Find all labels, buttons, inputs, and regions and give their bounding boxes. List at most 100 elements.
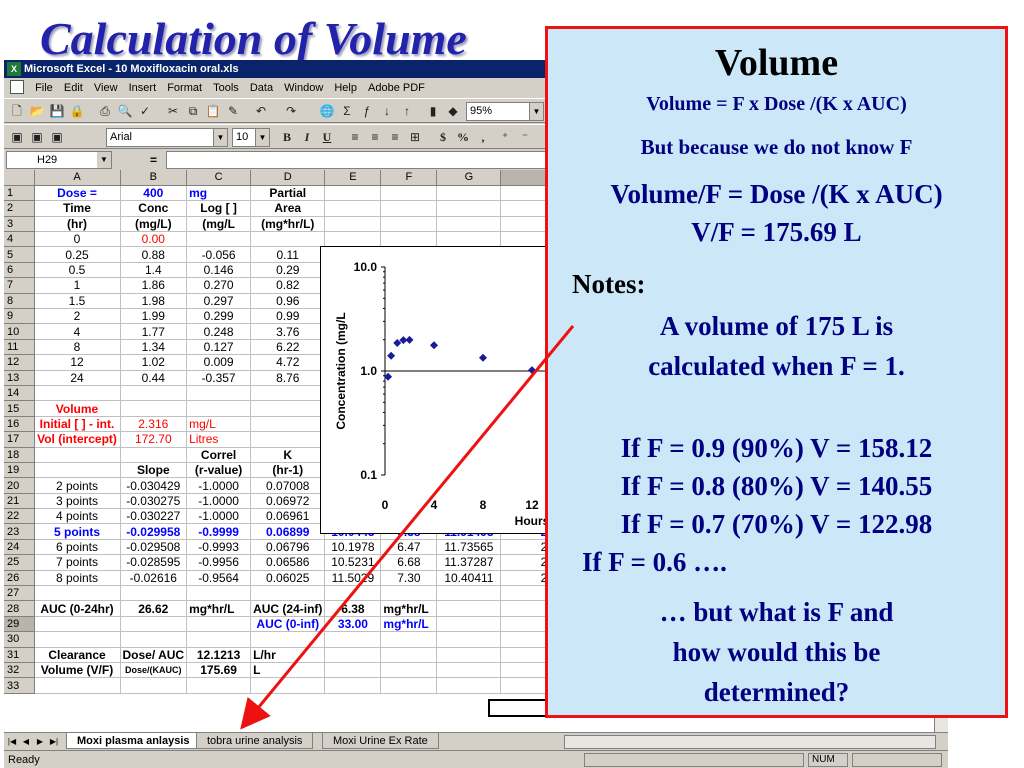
- menu-edit[interactable]: Edit: [60, 78, 87, 98]
- cell[interactable]: 1.4: [120, 262, 188, 279]
- cell[interactable]: -0.9999: [186, 523, 252, 540]
- cell[interactable]: [380, 662, 438, 679]
- italic-icon[interactable]: I: [298, 128, 316, 146]
- row-header[interactable]: 30: [4, 631, 35, 648]
- print-preview-icon[interactable]: 🔍: [116, 102, 134, 120]
- copy-icon[interactable]: ⧉: [184, 102, 202, 120]
- cell[interactable]: 2.316: [120, 416, 188, 433]
- cell[interactable]: 2: [34, 308, 121, 325]
- chart-wizard-icon[interactable]: ▮: [424, 102, 442, 120]
- cell[interactable]: Litres: [186, 431, 252, 448]
- cell[interactable]: 0.5: [34, 262, 121, 279]
- cell[interactable]: 0.06586: [250, 554, 326, 571]
- cell[interactable]: L: [250, 662, 326, 679]
- cell[interactable]: [436, 662, 502, 679]
- workbook-icon[interactable]: [10, 80, 24, 94]
- cell[interactable]: 12: [34, 354, 121, 371]
- last-sheet-icon[interactable]: ▶|: [48, 735, 60, 748]
- tab-tobra-urine-analysis[interactable]: tobra urine analysis: [196, 733, 314, 749]
- cell[interactable]: -0.030429: [120, 477, 188, 494]
- underline-icon[interactable]: U: [318, 128, 336, 146]
- row-header[interactable]: 28: [4, 600, 35, 617]
- cell[interactable]: Vol (intercept): [34, 431, 121, 448]
- cell[interactable]: 10.1978: [324, 539, 382, 556]
- row-header[interactable]: 1: [4, 185, 35, 202]
- cell[interactable]: AUC (24-inf): [250, 600, 326, 617]
- cell[interactable]: 0.44: [120, 370, 188, 386]
- cell[interactable]: Conc: [120, 200, 188, 217]
- cell[interactable]: [324, 585, 382, 602]
- font-name-select[interactable]: Arial ▼: [106, 128, 228, 147]
- menu-tools[interactable]: Tools: [209, 78, 243, 98]
- cell[interactable]: [186, 385, 252, 402]
- cell[interactable]: 1.99: [120, 308, 188, 325]
- row-header[interactable]: 11: [4, 339, 35, 356]
- cell[interactable]: 0.07008: [250, 477, 326, 494]
- cell[interactable]: [380, 677, 438, 694]
- cell[interactable]: 24: [34, 370, 121, 386]
- cell[interactable]: [120, 631, 188, 648]
- cell[interactable]: [436, 200, 502, 217]
- cell[interactable]: AUC (0-inf): [250, 616, 326, 633]
- cell[interactable]: [186, 585, 252, 602]
- name-box[interactable]: H29 ▼: [6, 151, 112, 169]
- cell[interactable]: 0.06961: [250, 508, 326, 525]
- row-header[interactable]: 24: [4, 539, 35, 556]
- cell[interactable]: Dose/ AUC: [120, 647, 188, 664]
- cell[interactable]: 6.38: [324, 600, 382, 617]
- cell[interactable]: 11.5029: [324, 570, 382, 587]
- cell[interactable]: Slope: [120, 462, 188, 479]
- row-header[interactable]: 18: [4, 447, 35, 463]
- prev-sheet-icon[interactable]: ◀: [20, 735, 32, 748]
- cell[interactable]: 1.77: [120, 323, 188, 340]
- cell[interactable]: 175.69: [186, 662, 252, 679]
- menu-view[interactable]: View: [90, 78, 122, 98]
- cell[interactable]: -1.0000: [186, 508, 252, 525]
- cell[interactable]: [250, 400, 326, 417]
- cell[interactable]: (r-value): [186, 462, 252, 479]
- cell[interactable]: 1.98: [120, 293, 188, 310]
- cell[interactable]: -1.0000: [186, 477, 252, 494]
- cell[interactable]: [120, 677, 188, 694]
- column-header[interactable]: F: [380, 170, 438, 186]
- column-header[interactable]: G: [436, 170, 502, 186]
- cell[interactable]: mg*hr/L: [186, 600, 252, 617]
- select-all-corner[interactable]: [4, 170, 35, 186]
- function-icon[interactable]: ƒ: [358, 102, 376, 120]
- sort-descending-icon[interactable]: ↑: [398, 102, 416, 120]
- cell[interactable]: [436, 677, 502, 694]
- cell[interactable]: 1: [34, 277, 121, 294]
- undo-icon[interactable]: ↶: [252, 102, 270, 120]
- cell[interactable]: (mg/L): [120, 216, 188, 233]
- cell[interactable]: 11.37287: [436, 554, 502, 571]
- cell[interactable]: 172.70: [120, 431, 188, 448]
- cell[interactable]: -0.030227: [120, 508, 188, 525]
- cell[interactable]: -1.0000: [186, 493, 252, 510]
- permission-icon[interactable]: 🔒: [68, 102, 86, 120]
- cell[interactable]: [436, 231, 502, 248]
- cell[interactable]: -0.056: [186, 246, 252, 263]
- cell[interactable]: mg*hr/L: [380, 600, 438, 617]
- menu-data[interactable]: Data: [246, 78, 277, 98]
- cell[interactable]: -0.029508: [120, 539, 188, 556]
- cell[interactable]: [186, 631, 252, 648]
- cell[interactable]: [120, 400, 188, 417]
- row-header[interactable]: 27: [4, 585, 35, 602]
- column-header[interactable]: C: [186, 170, 252, 186]
- cell[interactable]: [380, 231, 438, 248]
- cell[interactable]: 10.40411: [436, 570, 502, 587]
- row-header[interactable]: 25: [4, 554, 35, 571]
- cell[interactable]: [380, 585, 438, 602]
- cell[interactable]: 6 points: [34, 539, 121, 556]
- cell[interactable]: Volume (V/F): [34, 662, 121, 679]
- row-header[interactable]: 13: [4, 370, 35, 386]
- cell[interactable]: [34, 631, 121, 648]
- cell[interactable]: [380, 631, 438, 648]
- row-header[interactable]: 26: [4, 570, 35, 587]
- cell[interactable]: 33.00: [324, 616, 382, 633]
- row-header[interactable]: 5: [4, 246, 35, 263]
- cell[interactable]: [436, 185, 502, 202]
- cell[interactable]: [120, 447, 188, 463]
- row-header[interactable]: 20: [4, 477, 35, 494]
- cell[interactable]: [324, 216, 382, 233]
